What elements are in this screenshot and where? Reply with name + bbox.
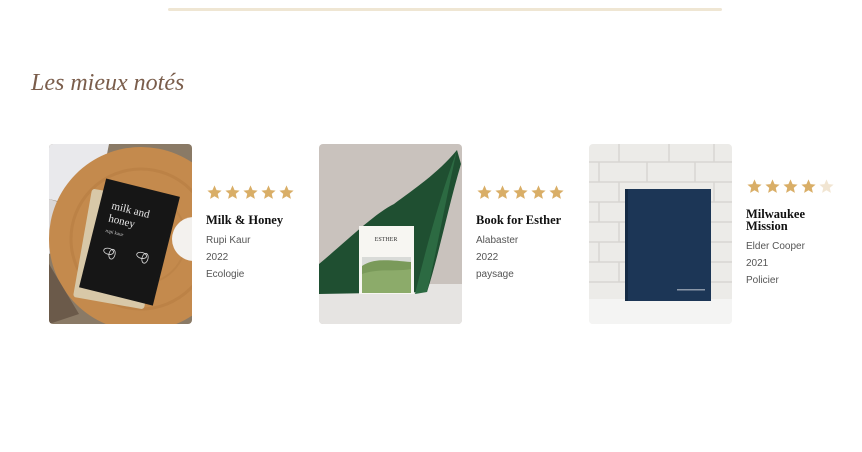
book-genre: Policier [746,275,779,286]
book-card[interactable]: ESTHER Book for Esther Alabaster 2022 pa… [319,144,579,324]
book-card[interactable]: milk and honey rupi kaur Milk & Honey Ru… [49,144,309,324]
book-year: 2022 [476,252,499,263]
book-title[interactable]: Milwaukee Mission [746,208,849,233]
star-filled-icon [513,185,528,199]
book-cover-image[interactable]: milk and honey rupi kaur [49,144,192,324]
star-filled-icon [747,179,762,193]
star-filled-icon [261,185,276,199]
book-title[interactable]: Book for Esther [476,214,565,227]
rating-stars [476,184,565,204]
rating-stars [746,178,849,198]
book-genre: Ecologie [206,269,245,280]
star-filled-icon [783,179,798,193]
star-filled-icon [495,185,510,199]
cover-title: ESTHER [375,237,398,243]
book-author: Alabaster [476,235,519,246]
book-title[interactable]: Milk & Honey [206,214,295,227]
book-cover-image[interactable] [589,144,732,324]
book-year: 2021 [746,258,769,269]
book-year: 2022 [206,252,229,263]
star-filled-icon [243,185,258,199]
book-cover-image[interactable]: ESTHER [319,144,462,324]
star-filled-icon [549,185,564,199]
star-filled-icon [531,185,546,199]
rating-stars [206,184,295,204]
star-filled-icon [801,179,816,193]
top-divider [168,8,722,11]
star-filled-icon [477,185,492,199]
star-filled-icon [765,179,780,193]
book-author: Elder Cooper [746,241,805,252]
book-author: Rupi Kaur [206,235,251,246]
star-filled-icon [279,185,294,199]
section-title: Les mieux notés [31,70,185,96]
book-genre: paysage [476,269,514,280]
star-filled-icon [207,185,222,199]
book-card[interactable]: Milwaukee Mission Elder Cooper 2021 Poli… [589,144,849,324]
star-empty-icon [819,179,834,193]
star-filled-icon [225,185,240,199]
